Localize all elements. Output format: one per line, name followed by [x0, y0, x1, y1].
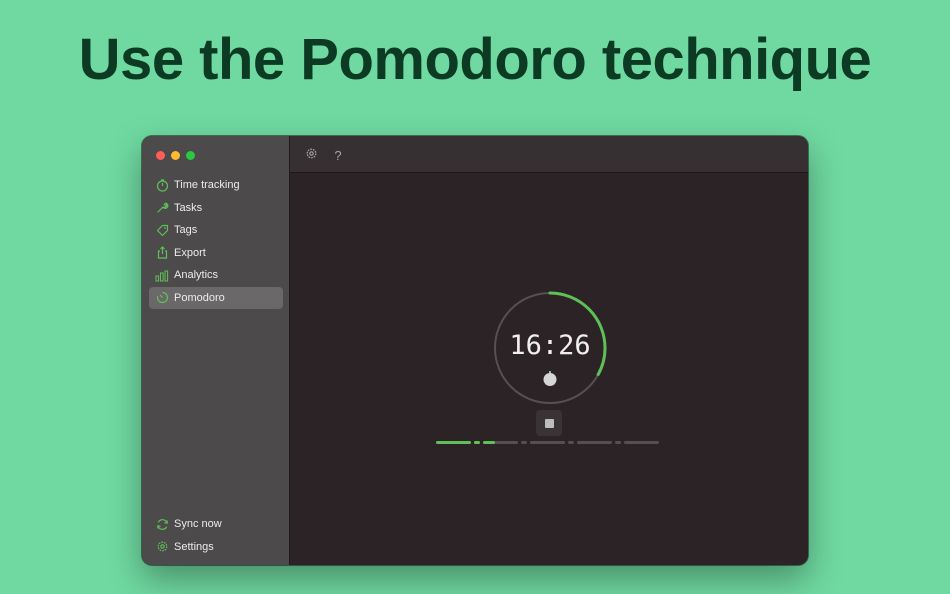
stop-button[interactable]	[536, 410, 562, 436]
session-segment-break	[615, 441, 621, 444]
sidebar-item-analytics[interactable]: Analytics	[149, 264, 283, 286]
sidebar-item-settings[interactable]: Settings	[149, 536, 283, 558]
stopwatch-icon	[155, 178, 169, 192]
session-progress	[436, 441, 664, 444]
window-controls	[156, 151, 195, 160]
pomodoro-view: 16:26	[290, 174, 808, 565]
wrench-icon	[155, 201, 169, 215]
sidebar-item-label: Settings	[174, 540, 214, 553]
tomato-icon	[540, 368, 560, 388]
sidebar-item-label: Pomodoro	[174, 291, 225, 304]
sidebar-item-label: Analytics	[174, 269, 219, 281]
session-segment-break	[521, 441, 527, 444]
sync-icon	[155, 517, 169, 531]
close-window-button[interactable]	[156, 151, 165, 160]
sidebar-item-time-tracking[interactable]: Time tracking	[149, 174, 283, 196]
timer: 16:26	[493, 291, 607, 405]
toolbar: ?	[290, 136, 808, 173]
session-segment-fill	[474, 441, 480, 444]
minimize-window-button[interactable]	[171, 151, 180, 160]
gear-icon	[305, 147, 318, 163]
timer-time: 16:26	[509, 330, 591, 361]
session-segment-focus	[577, 441, 612, 444]
session-segment-focus	[530, 441, 565, 444]
sidebar-item-label: Tasks	[174, 201, 203, 214]
sync-now-button[interactable]: Sync now	[149, 513, 283, 535]
sidebar-nav: Time tracking Tasks Tags Export Analytic…	[149, 174, 283, 309]
zoom-window-button[interactable]	[186, 151, 195, 160]
timer-icon	[155, 291, 169, 305]
bar-chart-icon	[155, 268, 169, 282]
stop-icon	[544, 418, 554, 428]
sidebar-item-label: Sync now	[174, 518, 222, 530]
app-window: Time tracking Tasks Tags Export Analytic…	[142, 136, 808, 565]
sidebar-footer: Sync now Settings	[149, 513, 283, 558]
sidebar-item-label: Export	[174, 246, 206, 259]
sidebar-item-tasks[interactable]: Tasks	[149, 197, 283, 219]
session-segment-break	[568, 441, 574, 444]
toolbar-settings-button[interactable]	[303, 147, 319, 163]
session-segment-fill	[483, 441, 496, 444]
help-button[interactable]: ?	[330, 147, 346, 163]
sidebar: Time tracking Tasks Tags Export Analytic…	[142, 136, 290, 565]
headline: Use the Pomodoro technique	[78, 27, 872, 92]
tag-icon	[155, 223, 169, 237]
gear-icon	[155, 540, 169, 554]
sidebar-item-label: Tags	[174, 224, 198, 236]
session-segment-fill	[436, 441, 471, 444]
sidebar-item-tags[interactable]: Tags	[149, 219, 283, 241]
session-segment-focus	[624, 441, 659, 444]
sidebar-item-label: Time tracking	[174, 179, 240, 191]
sidebar-item-export[interactable]: Export	[149, 242, 283, 264]
sidebar-item-pomodoro[interactable]: Pomodoro	[149, 286, 283, 309]
share-icon	[155, 246, 169, 260]
